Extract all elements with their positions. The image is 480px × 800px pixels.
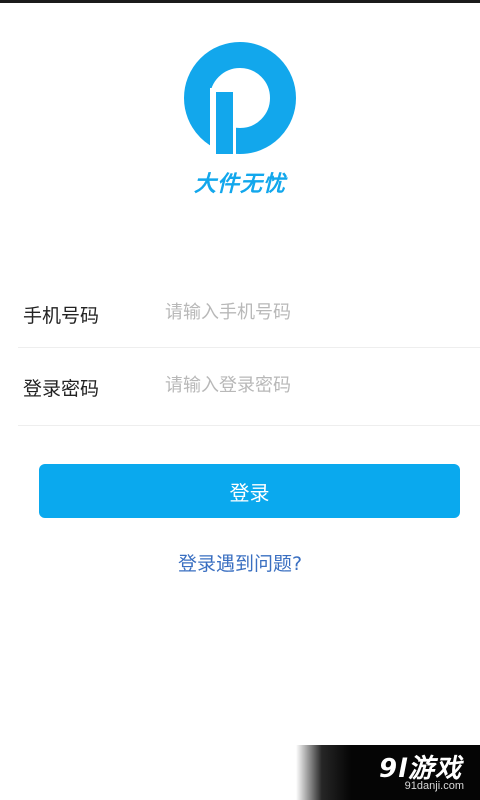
- phone-label: 手机号码: [23, 305, 100, 327]
- site-watermark: 9l游戏 91danji.com: [296, 745, 480, 800]
- brand-name: 大件无忧: [193, 172, 286, 197]
- top-status-strip: [0, 0, 480, 3]
- password-input[interactable]: [165, 368, 465, 402]
- login-button[interactable]: 登录: [39, 464, 460, 518]
- brand-logo-icon: [184, 42, 296, 154]
- login-help-link[interactable]: 登录遇到问题?: [0, 549, 480, 576]
- phone-row: 手机号码: [18, 277, 480, 348]
- login-form: 手机号码 登录密码: [18, 277, 480, 426]
- logo-area: [0, 42, 480, 154]
- password-label: 登录密码: [23, 378, 100, 400]
- password-row: 登录密码: [18, 348, 480, 426]
- watermark-url: 91danji.com: [404, 780, 464, 792]
- phone-input[interactable]: [165, 295, 465, 329]
